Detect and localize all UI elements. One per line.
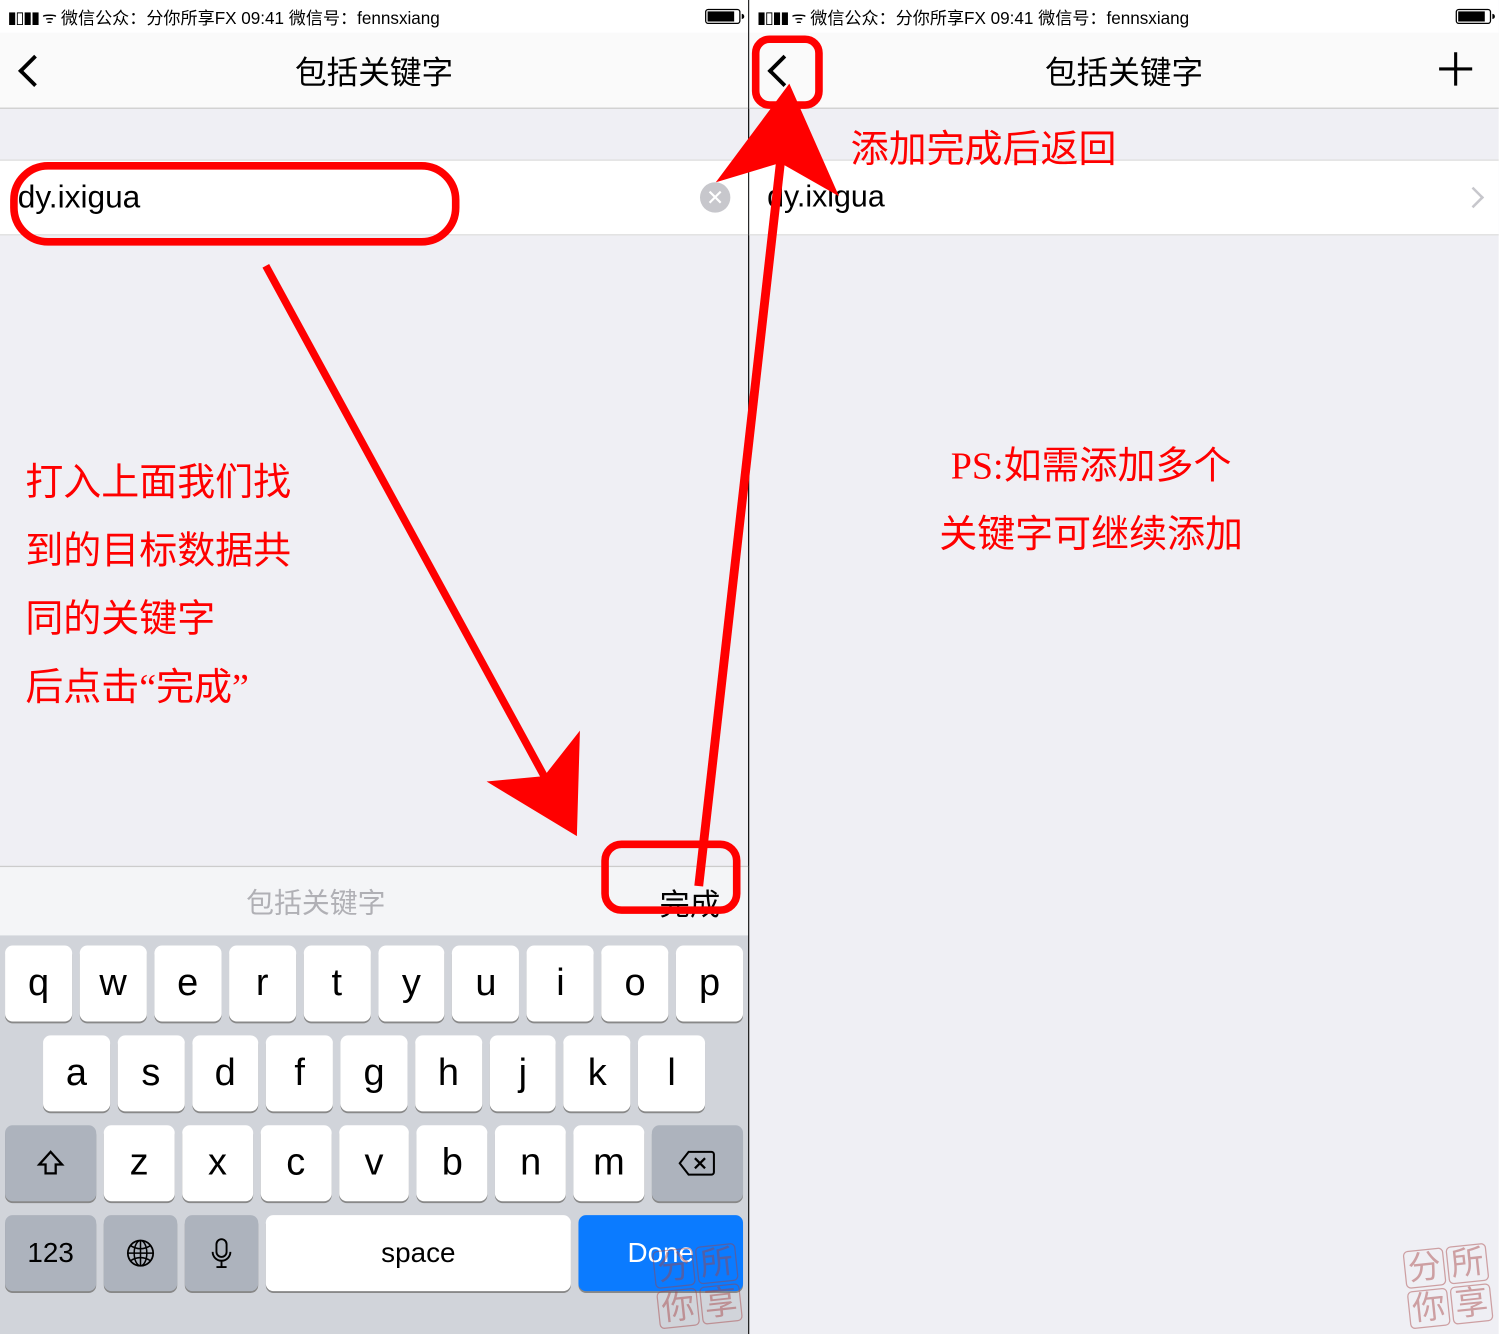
ios-keyboard: qwertyuiop asdfghjkl zxcvbnm 123: [0, 935, 748, 1334]
spacer: [0, 109, 748, 160]
key-n[interactable]: n: [495, 1125, 566, 1201]
status-text: 微信公众：分你所享FX 09:41 微信号：fennsxiang: [805, 4, 1450, 29]
key-l[interactable]: l: [638, 1035, 705, 1111]
key-b[interactable]: b: [417, 1125, 488, 1201]
phone-screenshot-right: ▮▯▮▮ ᯤ 微信公众：分你所享FX 09:41 微信号：fennsxiang …: [749, 0, 1498, 1334]
key-x[interactable]: x: [182, 1125, 253, 1201]
key-g[interactable]: g: [341, 1035, 408, 1111]
key-k[interactable]: k: [564, 1035, 631, 1111]
clear-icon[interactable]: ✕: [700, 182, 730, 212]
keyword-item-label: dy.ixigua: [767, 180, 1466, 215]
key-v[interactable]: v: [339, 1125, 410, 1201]
key-h[interactable]: h: [415, 1035, 482, 1111]
key-t[interactable]: t: [303, 946, 370, 1022]
key-j[interactable]: j: [489, 1035, 556, 1111]
watermark: 分所你享: [1401, 1241, 1495, 1331]
signal-icon: ▮▯▮▮ ᯤ: [8, 5, 56, 28]
key-r[interactable]: r: [229, 946, 296, 1022]
chevron-right-icon: [1463, 187, 1484, 208]
status-bar: ▮▯▮▮ ᯤ 微信公众：分你所享FX 09:41 微信号：fennsxiang: [0, 0, 748, 33]
key-p[interactable]: p: [676, 946, 743, 1022]
accessory-done-button[interactable]: 完成: [632, 879, 748, 923]
dictation-key[interactable]: [185, 1215, 258, 1291]
numbers-key[interactable]: 123: [5, 1215, 96, 1291]
annotation-arrow-left: [241, 241, 608, 861]
status-text: 微信公众：分你所享FX 09:41 微信号：fennsxiang: [56, 4, 700, 29]
annotation-text-right-block: PS:如需添加多个 关键字可继续添加: [939, 433, 1243, 570]
key-o[interactable]: o: [602, 946, 669, 1022]
accessory-hint: 包括关键字: [0, 881, 632, 922]
keyboard-accessory: 包括关键字 完成: [0, 866, 748, 936]
phone-screenshot-left: ▮▯▮▮ ᯤ 微信公众：分你所享FX 09:41 微信号：fennsxiang …: [0, 0, 749, 1334]
space-key[interactable]: space: [266, 1215, 571, 1291]
battery-icon: [705, 9, 740, 24]
key-y[interactable]: y: [378, 946, 445, 1022]
key-d[interactable]: d: [192, 1035, 259, 1111]
key-f[interactable]: f: [266, 1035, 333, 1111]
key-a[interactable]: a: [43, 1035, 110, 1111]
signal-icon: ▮▯▮▮ ᯤ: [757, 5, 805, 28]
keyword-input[interactable]: [18, 179, 700, 216]
key-w[interactable]: w: [80, 946, 147, 1022]
key-s[interactable]: s: [117, 1035, 184, 1111]
nav-bar: 包括关键字: [0, 33, 748, 109]
status-bar: ▮▯▮▮ ᯤ 微信公众：分你所享FX 09:41 微信号：fennsxiang: [749, 0, 1498, 33]
shift-key[interactable]: [5, 1125, 96, 1201]
key-q[interactable]: q: [5, 946, 72, 1022]
key-m[interactable]: m: [574, 1125, 645, 1201]
annotation-text-right-top: 添加完成后返回: [851, 116, 1117, 184]
key-c[interactable]: c: [260, 1125, 331, 1201]
battery-icon: [1456, 9, 1491, 24]
page-title: 包括关键字: [749, 47, 1498, 93]
key-z[interactable]: z: [104, 1125, 175, 1201]
nav-bar: 包括关键字 ＋: [749, 33, 1498, 109]
page-title: 包括关键字: [0, 47, 748, 93]
key-e[interactable]: e: [154, 946, 221, 1022]
watermark: 分所你享: [650, 1241, 744, 1331]
keyword-input-row: ✕: [0, 159, 748, 235]
globe-key[interactable]: [104, 1215, 177, 1291]
add-icon[interactable]: ＋: [1433, 47, 1479, 93]
backspace-key[interactable]: [652, 1125, 743, 1201]
key-i[interactable]: i: [527, 946, 594, 1022]
key-u[interactable]: u: [452, 946, 519, 1022]
annotation-text-left: 打入上面我们找 到的目标数据共 同的关键字 后点击“完成”: [25, 449, 291, 722]
